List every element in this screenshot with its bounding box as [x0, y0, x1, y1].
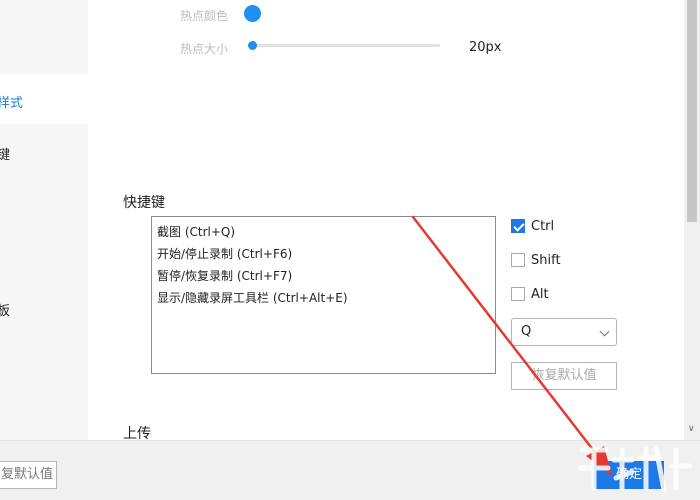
- scroll-down-arrow-icon[interactable]: ∨: [688, 425, 696, 434]
- sidebar-item-label: 板: [0, 304, 11, 319]
- sidebar-item-style[interactable]: 样式: [0, 74, 88, 124]
- list-item[interactable]: 截图 (Ctrl+Q): [152, 221, 495, 243]
- shift-checkbox[interactable]: [511, 253, 525, 267]
- ctrl-checkbox[interactable]: [511, 219, 525, 233]
- shortcuts-list[interactable]: 截图 (Ctrl+Q) 开始/停止录制 (Ctrl+F6) 暂停/恢复录制 (C…: [151, 216, 496, 374]
- list-item[interactable]: 显示/隐藏录屏工具栏 (Ctrl+Alt+E): [152, 287, 495, 309]
- footer-restore-defaults-button[interactable]: 复默认值: [0, 461, 57, 489]
- alt-checkbox-row[interactable]: Alt: [511, 284, 549, 304]
- ok-button[interactable]: 确定: [594, 461, 664, 489]
- shortcuts-section-title: 快捷键: [123, 195, 165, 211]
- sidebar-item-board[interactable]: 板: [0, 284, 88, 334]
- alt-checkbox[interactable]: [511, 287, 525, 301]
- list-item[interactable]: 开始/停止录制 (Ctrl+F6): [152, 243, 495, 265]
- sidebar: 样式 键 板: [0, 0, 88, 440]
- key-select[interactable]: Q: [511, 318, 617, 346]
- hotspot-color-label: 热点颜色: [180, 9, 229, 23]
- sidebar-item-label: 样式: [0, 96, 24, 111]
- upload-section-title: 上传: [123, 426, 151, 440]
- sidebar-item-label: 键: [0, 148, 11, 163]
- shift-label: Shift: [531, 252, 561, 268]
- settings-panel: 热点颜色 热点大小 20px 快捷键 截图 (Ctrl+Q) 开始/停止录制 (…: [88, 0, 684, 440]
- sidebar-item-shortcut[interactable]: 键: [0, 128, 88, 178]
- slider-thumb[interactable]: [248, 41, 257, 50]
- hotspot-size-slider[interactable]: [250, 44, 440, 47]
- key-select-value: Q: [521, 324, 532, 339]
- chevron-down-icon: [599, 326, 610, 337]
- ctrl-label: Ctrl: [531, 218, 555, 234]
- scrollbar[interactable]: ∨: [684, 0, 700, 440]
- restore-defaults-button[interactable]: 恢复默认值: [511, 362, 617, 390]
- alt-label: Alt: [531, 286, 549, 302]
- list-item[interactable]: 暂停/恢复录制 (Ctrl+F7): [152, 265, 495, 287]
- hotspot-size-value: 20px: [469, 40, 502, 55]
- hotspot-size-label: 热点大小: [180, 42, 229, 56]
- ctrl-checkbox-row[interactable]: Ctrl: [511, 216, 554, 236]
- scroll-thumb[interactable]: [687, 0, 697, 222]
- shift-checkbox-row[interactable]: Shift: [511, 250, 561, 270]
- hotspot-color-swatch[interactable]: [244, 5, 261, 22]
